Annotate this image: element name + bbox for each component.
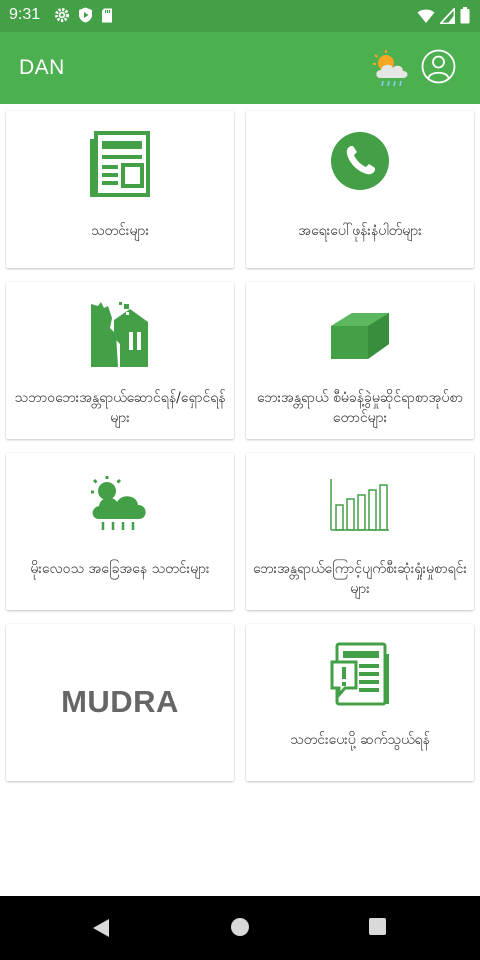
mudra-logo: MUDRA [61, 684, 179, 719]
card-news[interactable]: သတင်းများ [6, 111, 234, 268]
card-report-news[interactable]: သတင်းပေးပို့ ဆက်သွယ်ရန် [246, 624, 474, 781]
card-label: မိုးလေဝသ အခြေအနေ သတင်းများ [30, 561, 210, 577]
status-bar: 9:31 [0, 0, 480, 32]
main-grid: သတင်းများ အရေးပေါ်ဖုန်းနံပါတ်များ သဘာဝဘေ… [0, 104, 480, 896]
card-label: ဘေးအန္တရာယ် စီမံခန့်ခွဲမှုဆိုင်ရာစာအုပ်စ… [256, 390, 464, 426]
weather-button[interactable] [372, 49, 412, 89]
weather-rain-icon [91, 476, 146, 530]
card-weather-news[interactable]: မိုးလေဝသ အခြေအနေ သတင်းများ [6, 453, 234, 610]
phone-icon [331, 132, 389, 190]
app-title: DAN [19, 56, 65, 79]
home-icon[interactable] [231, 918, 249, 936]
back-icon[interactable] [92, 918, 110, 938]
map-layers-icon [331, 313, 389, 359]
card-disaster-guidelines[interactable]: သဘာဝဘေးအန္တရာယ်ဆောင်ရန်/ရှောင်ရန်များ [6, 282, 234, 439]
signal-icon [440, 7, 455, 24]
weather-icon [373, 50, 408, 87]
status-time: 9:31 [9, 6, 41, 23]
recents-icon[interactable] [369, 918, 386, 935]
card-emergency-phone[interactable]: အရေးပေါ်ဖုန်းနံပါတ်များ [246, 111, 474, 268]
sd-card-icon [102, 8, 112, 22]
status-icons-right [417, 7, 470, 24]
card-mudra[interactable]: MUDRA [6, 624, 234, 781]
navigation-bar [0, 896, 480, 960]
card-label: သတင်းပေးပို့ ဆက်သွယ်ရန် [290, 732, 430, 748]
disaster-icon [91, 302, 148, 367]
wifi-icon [417, 9, 435, 23]
status-icons-left [54, 7, 113, 23]
bar-chart-icon [330, 479, 389, 531]
card-label: အရေးပေါ်ဖုန်းနံပါတ်များ [298, 223, 422, 239]
newspaper-icon [90, 131, 150, 197]
report-news-icon [330, 642, 389, 706]
card-label: သတင်းများ [90, 223, 149, 239]
shield-play-icon [79, 7, 92, 23]
profile-icon [421, 49, 456, 84]
card-label: သဘာဝဘေးအန္တရာယ်ဆောင်ရန်/ရှောင်ရန်များ [14, 390, 226, 426]
card-label: ဘေးအန္တရာယ်ကြောင့်ပျက်စီးဆုံးရှုံးမှုစာရ… [252, 561, 467, 597]
battery-icon [460, 7, 470, 24]
gear-icon [55, 8, 69, 22]
card-damage-statistics[interactable]: ဘေးအန္တရာယ်ကြောင့်ပျက်စီးဆုံးရှုံးမှုစာရ… [246, 453, 474, 610]
card-disaster-library[interactable]: ဘေးအန္တရာယ် စီမံခန့်ခွဲမှုဆိုင်ရာစာအုပ်စ… [246, 282, 474, 439]
profile-button[interactable] [421, 49, 456, 84]
app-bar: DAN [0, 32, 480, 104]
